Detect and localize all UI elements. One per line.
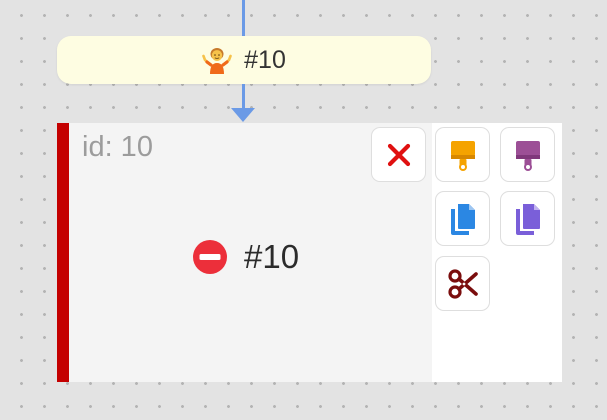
cut-button[interactable] [435, 256, 490, 311]
node-content: #10 [192, 238, 299, 276]
no-entry-icon [192, 239, 228, 275]
copy-icon [513, 202, 543, 236]
connector-line-top [242, 0, 245, 36]
copy-purple-button[interactable] [500, 191, 555, 246]
node-content-text: #10 [244, 238, 300, 275]
paint-brush-icon [448, 139, 478, 171]
node-accent-bar [57, 123, 69, 382]
comment-label[interactable]: #10 [57, 36, 431, 84]
copy-blue-button[interactable] [435, 191, 490, 246]
paint-brush-icon [513, 139, 543, 171]
node-card[interactable]: id: 10 #10 [57, 123, 562, 382]
paint-orange-button[interactable] [435, 127, 490, 182]
copy-icon [448, 202, 478, 236]
paint-purple-button[interactable] [500, 127, 555, 182]
connector-line-bottom [242, 84, 245, 110]
cross-icon [386, 142, 412, 168]
delete-button[interactable] [371, 127, 426, 182]
person-shrugging-icon [202, 45, 232, 75]
connector-arrow-icon [231, 108, 255, 122]
comment-label-content: #10 [202, 45, 286, 75]
comment-label-text: #10 [244, 45, 286, 74]
node-id-label: id: 10 [82, 131, 153, 163]
scissors-icon [447, 268, 479, 300]
